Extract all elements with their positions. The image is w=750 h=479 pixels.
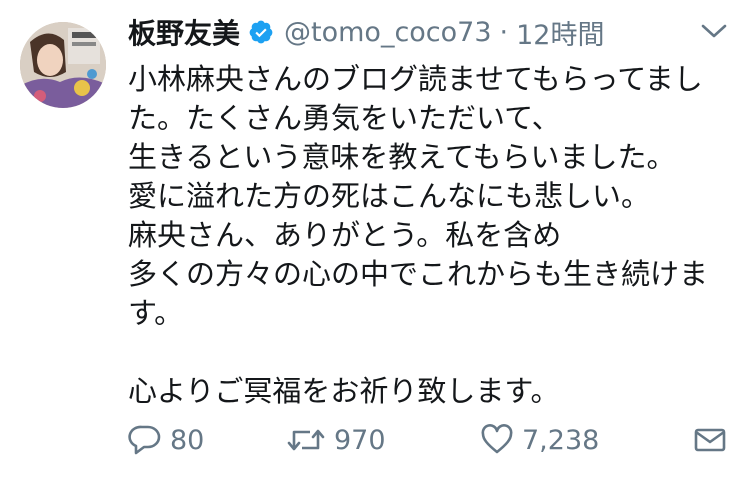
retweet-icon xyxy=(286,424,326,456)
avatar[interactable] xyxy=(20,22,106,108)
tweet-text-line: 小林麻央さんのブログ読ませてもらってまし xyxy=(128,62,703,96)
timestamp[interactable]: 12時間 xyxy=(516,13,604,52)
reply-count: 80 xyxy=(170,424,205,456)
like-count: 7,238 xyxy=(522,424,600,456)
retweet-count: 970 xyxy=(334,424,386,456)
reply-icon xyxy=(128,424,162,456)
separator-dot: · xyxy=(499,16,509,48)
retweet-button[interactable]: 970 xyxy=(286,420,386,460)
tweet: 板野友美 @tomo_coco73 · 12時間 小林麻央さんのブログ読ませても… xyxy=(0,0,750,479)
tweet-text-line: 愛に溢れた方の死はこんなにも悲しい。 xyxy=(128,179,651,213)
like-button[interactable]: 7,238 xyxy=(480,420,599,460)
tweet-text-line: た。たくさん勇気をいただいて、 xyxy=(128,101,561,135)
verified-badge-icon xyxy=(248,19,274,45)
tweet-text-line: 心よりご冥福をお祈り致します。 xyxy=(128,374,560,408)
tweet-header: 板野友美 @tomo_coco73 · 12時間 xyxy=(128,10,604,54)
heart-icon xyxy=(480,424,514,456)
tweet-text: 小林麻央さんのブログ読ませてもらってまし た。たくさん勇気をいただいて、 生きる… xyxy=(128,60,728,411)
tweet-text-line: す。 xyxy=(128,296,184,330)
tweet-actions: 80 970 7,238 xyxy=(128,420,728,460)
tweet-text-line xyxy=(128,333,728,372)
profile-photo xyxy=(20,22,106,108)
author-handle[interactable]: @tomo_coco73 xyxy=(284,17,492,48)
direct-message-button[interactable] xyxy=(693,420,727,460)
reply-button[interactable]: 80 xyxy=(128,420,204,460)
tweet-text-line: 麻央さん、ありがとう。私を含め xyxy=(128,218,562,252)
envelope-icon xyxy=(693,425,727,455)
tweet-text-line: 多くの方々の心の中でこれからも生き続けま xyxy=(128,257,709,291)
chevron-down-icon[interactable] xyxy=(700,20,728,42)
author-name[interactable]: 板野友美 xyxy=(128,12,240,52)
tweet-text-line: 生きるという意味を教えてもらいました。 xyxy=(128,140,676,174)
